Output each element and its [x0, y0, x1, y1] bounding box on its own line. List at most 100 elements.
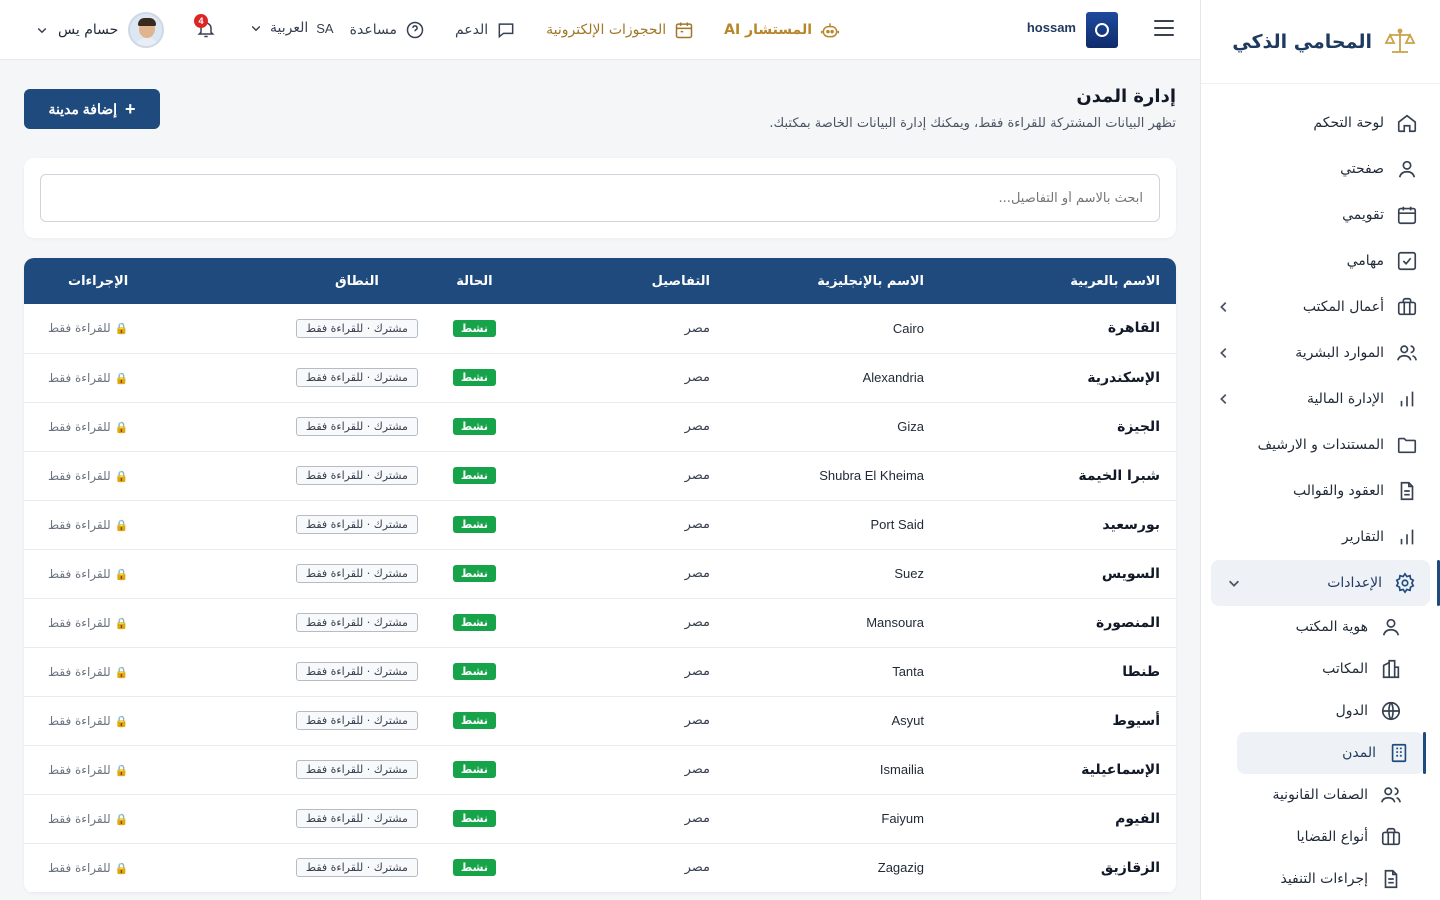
lock-icon: 🔒: [114, 518, 129, 532]
sidebar-item-hr[interactable]: الموارد البشرية: [1201, 330, 1440, 376]
scope-badge: مشترك · للقراءة فقط: [295, 711, 418, 730]
chevron-down-icon: [251, 25, 261, 32]
table-row[interactable]: الزقازيق Zagazig مصر نشط مشترك · للقراءة فقط…: [24, 843, 1176, 893]
scope-cell: مشترك · للقراءة فقط: [276, 402, 437, 452]
sidebar-item-dashboard[interactable]: لوحة التحكم: [1201, 100, 1440, 146]
status-badge: نشط: [452, 467, 496, 484]
scope-cell: مشترك · للقراءة فقط: [276, 843, 437, 893]
table-row[interactable]: الجيزة Giza مصر نشط مشترك · للقراءة فقط 🔒للقر…: [24, 402, 1176, 452]
sidebar-subitem-cities[interactable]: المدن: [1237, 732, 1426, 774]
city-name-en: Cairo: [726, 304, 940, 354]
city-details: مصر: [512, 598, 726, 648]
bookings-link[interactable]: الحجوزات الإلكترونية: [546, 20, 694, 40]
scope-badge: مشترك · للقراءة فقط: [295, 858, 418, 877]
read-only-label: للقراءة فقط: [48, 419, 111, 434]
sidebar-subitem-offices[interactable]: المكاتب: [1201, 648, 1416, 690]
support-link[interactable]: الدعم: [455, 20, 516, 40]
city-name-en: Zagazig: [726, 843, 940, 893]
lock-icon: 🔒: [114, 714, 129, 728]
sidebar-subitem-office-identity[interactable]: هوية المكتب: [1201, 606, 1416, 648]
header-details: التفاصيل: [651, 273, 710, 289]
table-row[interactable]: بورسعيد Port Said مصر نشط مشترك · للقراءة فق…: [24, 500, 1176, 550]
sidebar-subitem-enforcement[interactable]: إجراءات التنفيذ: [1201, 858, 1416, 900]
city-details: مصر: [512, 647, 726, 697]
status-cell: نشط: [436, 353, 512, 403]
table-row[interactable]: الفيوم Faiyum مصر نشط مشترك · للقراءة فقط 🔒لل…: [24, 794, 1176, 844]
city-name-ar: المنصورة: [940, 598, 1176, 648]
table-row[interactable]: المنصورة Mansoura مصر نشط مشترك · للقراءة فق…: [24, 598, 1176, 648]
table-row[interactable]: القاهرة Cairo مصر نشط مشترك · للقراءة فقط 🔒لل…: [24, 304, 1176, 354]
search-input[interactable]: [40, 174, 1160, 222]
folder-icon: [1397, 437, 1417, 454]
sidebar: المحامي الذكي لوحة التحكم صفحتي تقويمي م…: [1200, 0, 1440, 900]
lock-icon: 🔒: [114, 371, 129, 385]
city-details: مصر: [512, 549, 726, 599]
sidebar-item-finance[interactable]: الإدارة المالية: [1201, 376, 1440, 422]
table-row[interactable]: شبرا الخيمة Shubra El Kheima مصر نشط مشترك ·…: [24, 451, 1176, 501]
sidebar-subitem-legal-capacities[interactable]: الصفات القانونية: [1201, 774, 1416, 816]
table-row[interactable]: طنطا Tanta مصر نشط مشترك · للقراءة فقط 🔒للقرا…: [24, 647, 1176, 697]
city-name-ar: القاهرة: [940, 304, 1176, 354]
sidebar-subitem-case-types[interactable]: أنواع القضايا: [1201, 816, 1416, 858]
menu-toggle-icon[interactable]: [1154, 20, 1174, 38]
notifications-button[interactable]: 4: [194, 14, 216, 40]
city-name-ar: الفيوم: [940, 794, 1176, 844]
sidebar-item-profile[interactable]: صفحتي: [1201, 146, 1440, 192]
language-label: العربية: [270, 20, 309, 36]
sidebar-item-contracts[interactable]: العقود والقوالب: [1201, 468, 1440, 514]
read-only-label: للقراءة فقط: [48, 860, 111, 875]
status-badge: نشط: [452, 712, 496, 729]
sidebar-item-label: المدن: [1342, 745, 1376, 761]
city-name-en: Faiyum: [726, 794, 940, 844]
city-name-en: Suez: [726, 549, 940, 599]
city-details: مصر: [512, 696, 726, 746]
add-city-button[interactable]: + إضافة مدينة: [24, 89, 160, 129]
ai-advisor-link[interactable]: المستشار AI: [724, 20, 840, 40]
city-name-ar: أسيوط: [940, 696, 1176, 746]
ai-advisor-label: المستشار AI: [724, 22, 812, 38]
status-cell: نشط: [436, 843, 512, 893]
scope-cell: مشترك · للقراءة فقط: [276, 794, 437, 844]
scales-icon: [1384, 28, 1416, 53]
sidebar-subitem-countries[interactable]: الدول: [1201, 690, 1416, 732]
sidebar-item-documents[interactable]: المستندات و الارشيف: [1201, 422, 1440, 468]
sidebar-item-calendar[interactable]: تقويمي: [1201, 192, 1440, 238]
table-row[interactable]: الإسكندرية Alexandria مصر نشط مشترك · للقراء…: [24, 353, 1176, 403]
actions-cell: 🔒للقراءة فقط: [24, 500, 277, 550]
sidebar-item-settings[interactable]: الإعدادات: [1211, 560, 1440, 606]
sidebar-item-office-work[interactable]: أعمال المكتب: [1201, 284, 1440, 330]
chevron-left-icon: [1220, 302, 1227, 312]
language-selector[interactable]: SA العربية: [250, 20, 334, 36]
status-cell: نشط: [436, 745, 512, 795]
help-link[interactable]: مساعدة: [350, 20, 425, 40]
table-row[interactable]: الإسماعيلية Ismailia مصر نشط مشترك · للقراءة…: [24, 745, 1176, 795]
robot-icon: [820, 23, 840, 38]
status-badge: نشط: [452, 663, 496, 680]
sidebar-item-label: الصفات القانونية: [1272, 787, 1368, 803]
lock-icon: 🔒: [114, 861, 129, 875]
city-name-ar: الإسماعيلية: [940, 745, 1176, 795]
lock-icon: 🔒: [114, 812, 129, 826]
table-row[interactable]: السويس Suez مصر نشط مشترك · للقراءة فقط 🔒للقر…: [24, 549, 1176, 599]
sidebar-item-label: العقود والقوالب: [1292, 483, 1384, 499]
actions-cell: 🔒للقراءة فقط: [24, 451, 277, 501]
scope-cell: مشترك · للقراءة فقط: [276, 745, 437, 795]
user-menu[interactable]: حسام يس: [36, 12, 165, 48]
scope-cell: مشترك · للقراءة فقط: [276, 549, 437, 599]
status-badge: نشط: [452, 614, 496, 631]
sidebar-item-reports[interactable]: التقارير: [1201, 514, 1440, 560]
city-name-en: Mansoura: [726, 598, 940, 648]
sidebar-item-tasks[interactable]: مهامي: [1201, 238, 1440, 284]
brand[interactable]: المحامي الذكي: [1201, 0, 1440, 84]
scope-badge: مشترك · للقراءة فقط: [295, 417, 418, 436]
globe-icon: [1381, 701, 1401, 721]
lock-icon: 🔒: [114, 763, 129, 777]
table-row[interactable]: أسيوط Asyut مصر نشط مشترك · للقراءة فقط 🔒للقر…: [24, 696, 1176, 746]
scope-cell: مشترك · للقراءة فقط: [276, 696, 437, 746]
city-name-ar: السويس: [940, 549, 1176, 599]
header-name-en: الاسم بالإنجليزية: [817, 273, 924, 289]
actions-cell: 🔒للقراءة فقط: [24, 745, 277, 795]
city-name-en: Alexandria: [726, 353, 940, 403]
lock-icon: 🔒: [114, 616, 129, 630]
plus-icon: +: [125, 98, 136, 119]
